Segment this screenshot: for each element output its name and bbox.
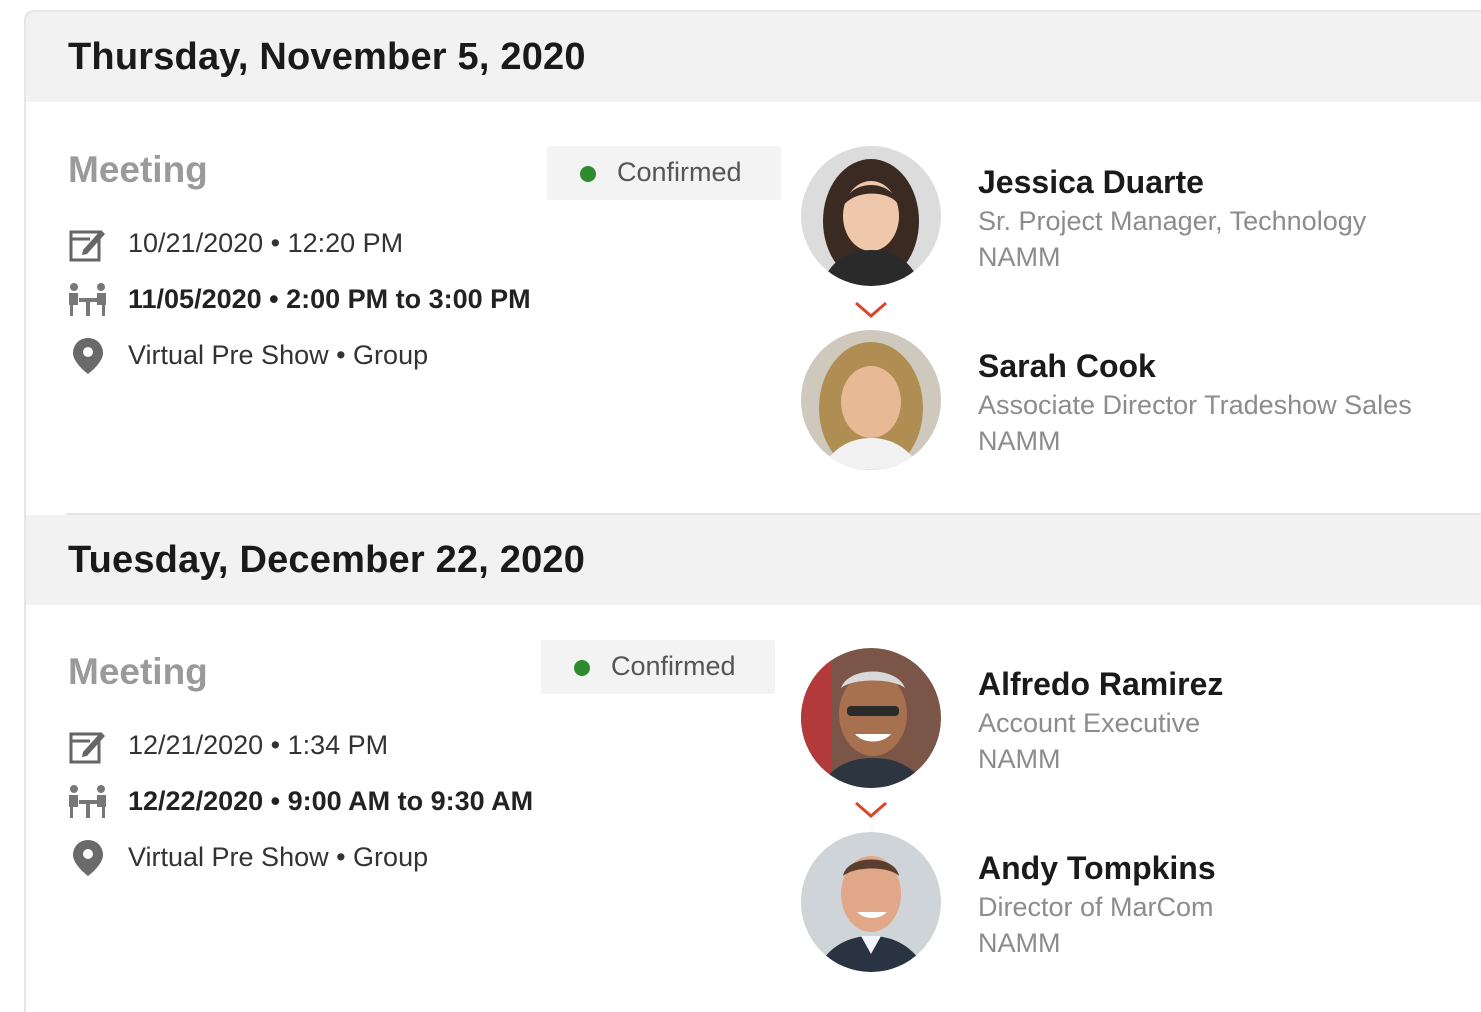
status-dot-icon [574,660,590,676]
chevron-down-icon [855,301,887,318]
attendee-name[interactable]: Alfredo Ramirez [978,666,1223,703]
meeting-type-label: Meeting [68,651,208,692]
status-text: Confirmed [617,157,742,187]
meeting-table-icon [69,785,106,818]
status-badge: Confirmed [541,640,775,694]
created-datetime: 10/21/2020 • 12:20 PM [128,228,404,258]
scheduled-datetime: 12/22/2020 • 9:00 AM to 9:30 AM [128,786,534,816]
status-text: Confirmed [611,651,736,681]
avatar [801,146,941,286]
attendee-name[interactable]: Jessica Duarte [978,164,1204,201]
avatar [801,648,941,788]
scheduled-datetime: 11/05/2020 • 2:00 PM to 3:00 PM [128,284,531,314]
location-text: Virtual Pre Show • Group [128,842,429,872]
calendar-edit-icon [69,732,105,764]
attendee-name[interactable]: Andy Tompkins [978,850,1216,887]
avatar [801,832,941,972]
day-section-2: Tuesday, December 22, 2020 Meeting Confi… [26,515,1481,1012]
attendee-name[interactable]: Sarah Cook [978,348,1156,385]
meetings-card: Thursday, November 5, 2020 Meeting Confi… [24,10,1481,1012]
day-header: Tuesday, December 22, 2020 [26,515,1481,605]
attendee-org: NAMM [978,744,1061,774]
avatar [801,330,941,470]
attendee-org: NAMM [978,928,1061,958]
day-title: Thursday, November 5, 2020 [68,36,586,78]
status-dot-icon [580,166,596,182]
meeting-table-icon [69,283,106,316]
created-datetime: 12/21/2020 • 1:34 PM [128,730,389,760]
status-badge: Confirmed [547,146,781,200]
location-pin-icon [73,840,103,876]
meeting-type-label: Meeting [68,149,208,190]
location-text: Virtual Pre Show • Group [128,340,429,370]
day-title: Tuesday, December 22, 2020 [68,539,586,581]
attendee-title: Account Executive [978,708,1201,738]
attendee-org: NAMM [978,242,1061,272]
attendee-title: Sr. Project Manager, Technology [978,206,1367,236]
attendee-title: Associate Director Tradeshow Sales [978,390,1412,420]
location-pin-icon [73,338,103,374]
day-section-1: Thursday, November 5, 2020 Meeting Confi… [26,12,1481,514]
day-header: Thursday, November 5, 2020 [26,12,1481,102]
chevron-down-icon [855,801,887,818]
attendee-org: NAMM [978,426,1061,456]
calendar-edit-icon [69,230,105,262]
attendee-title: Director of MarCom [978,892,1214,922]
